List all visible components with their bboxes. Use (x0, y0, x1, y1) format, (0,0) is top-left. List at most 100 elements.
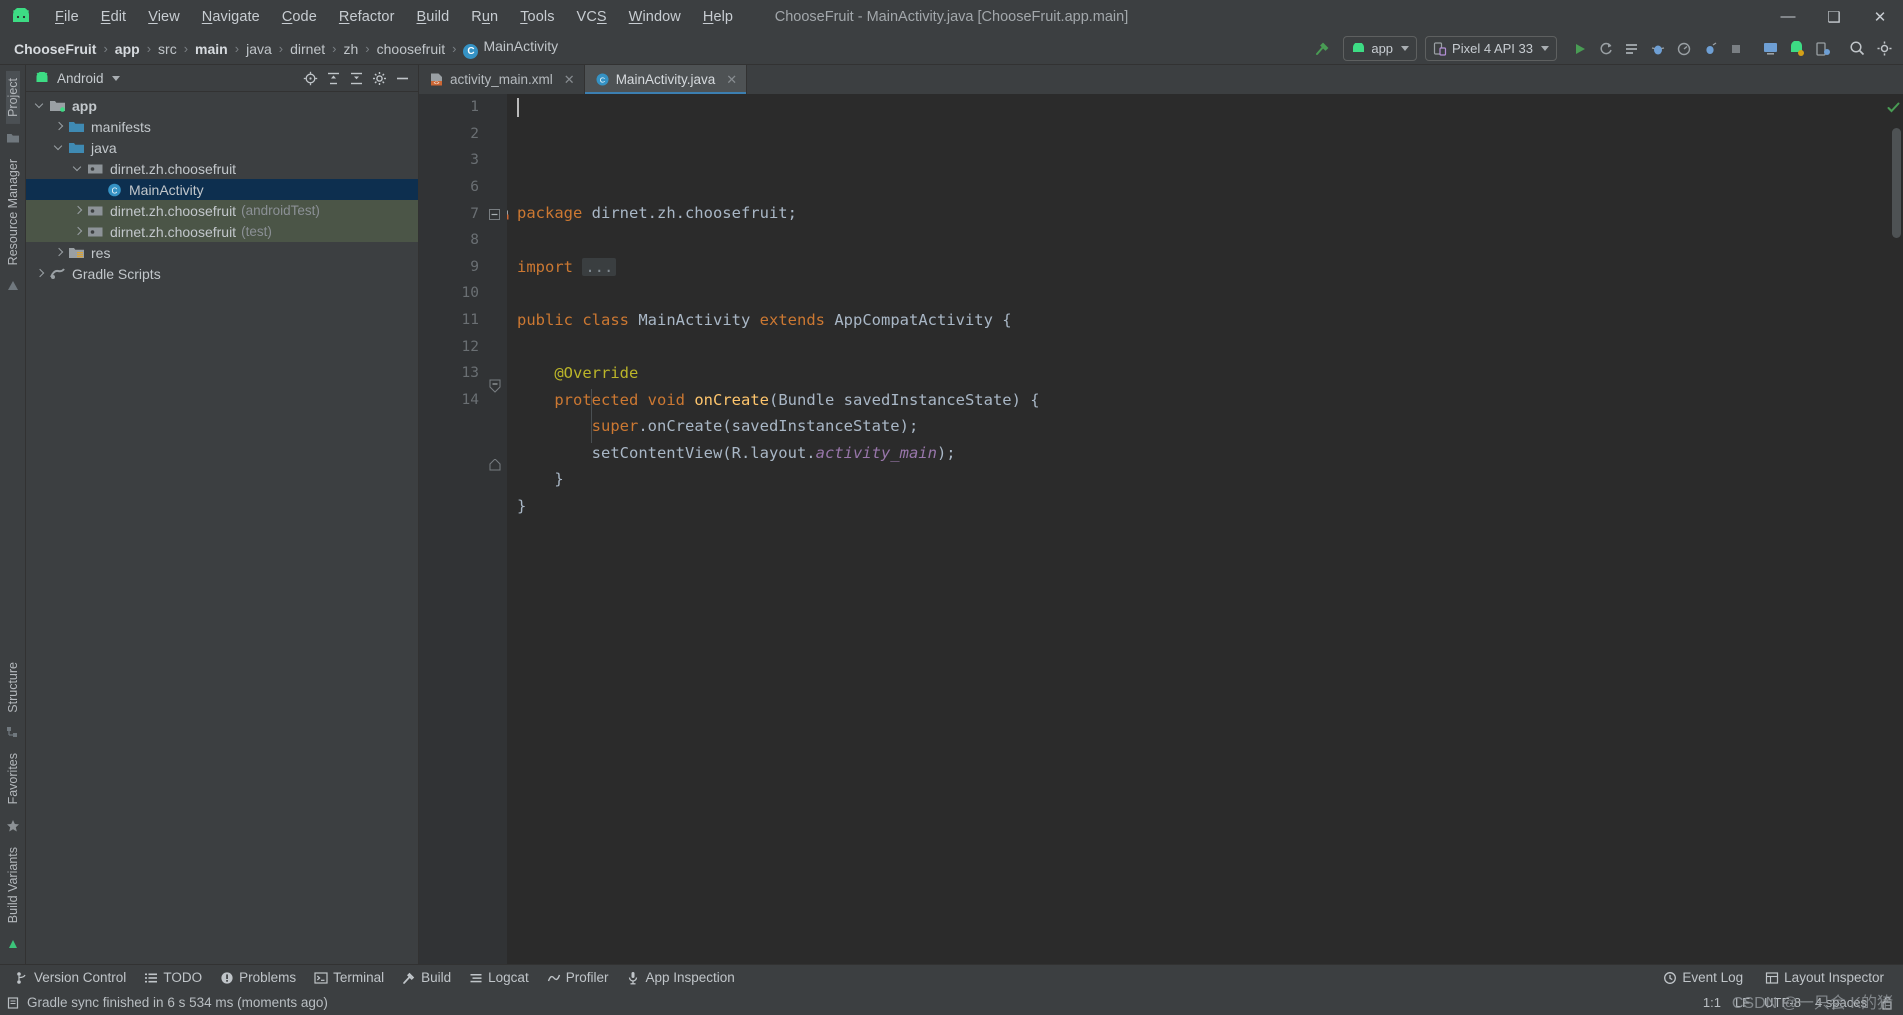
breadcrumb-app[interactable]: app (111, 39, 144, 59)
unlocked-icon[interactable] (1881, 996, 1893, 1010)
settings-icon[interactable] (369, 68, 389, 88)
run-icon[interactable] (1567, 36, 1592, 61)
tool-window-build-variants[interactable]: Build Variants (6, 840, 20, 930)
code-editor[interactable]: 12367<>891011121314 (419, 94, 1903, 964)
chevron-down-icon[interactable] (34, 99, 47, 112)
menu-code[interactable]: Code (271, 6, 328, 28)
breadcrumb-java[interactable]: java (242, 39, 276, 59)
stop-icon[interactable] (1723, 36, 1748, 61)
tool-window-favorites[interactable]: Favorites (6, 746, 20, 811)
favorites-label: Favorites (5, 753, 20, 805)
tree-node-gradle-scripts[interactable]: Gradle Scripts (26, 263, 418, 284)
tool-window-terminal[interactable]: Terminal (305, 967, 393, 988)
tool-window-problems[interactable]: Problems (211, 967, 305, 988)
close-icon[interactable]: ✕ (564, 72, 575, 88)
caret-position[interactable]: 1:1 (1703, 995, 1721, 1010)
indent-setting[interactable]: 4 spaces (1815, 995, 1867, 1010)
menu-help[interactable]: Help (692, 6, 744, 28)
apply-changes-icon[interactable] (1619, 36, 1644, 61)
minimize-button[interactable]: — (1765, 0, 1811, 33)
menu-window[interactable]: Window (618, 6, 692, 28)
breadcrumb-choosefruit[interactable]: choosefruit (373, 39, 449, 59)
close-icon[interactable]: ✕ (726, 72, 737, 88)
menu-vcs[interactable]: VCS (566, 6, 618, 28)
menu-view[interactable]: View (137, 6, 191, 28)
tree-node-dirnet-zh-choosefruit-androidTest[interactable]: dirnet.zh.choosefruit (androidTest) (26, 200, 418, 221)
tool-window-layout-inspector[interactable]: Layout Inspector (1756, 967, 1893, 988)
chevron-right-icon[interactable] (53, 246, 66, 259)
breadcrumb-dirnet[interactable]: dirnet (286, 39, 329, 59)
fold-region-start-icon[interactable] (489, 459, 501, 471)
editor-tab-activity-main-xml[interactable]: <> activity_main.xml ✕ (419, 65, 585, 94)
editor-vertical-scrollbar[interactable] (1892, 128, 1901, 238)
project-tree[interactable]: app manifests java dirnet.zh.choosefruit C Ma… (26, 92, 418, 964)
tree-node-dirnet-zh-choosefruit-test[interactable]: dirnet.zh.choosefruit (test) (26, 221, 418, 242)
build-hammer-icon[interactable] (1310, 36, 1335, 61)
tool-window-event-log[interactable]: Event Log (1654, 967, 1752, 988)
tree-node-manifests[interactable]: manifests (26, 116, 418, 137)
chevron-right-icon[interactable] (53, 120, 66, 133)
tool-window-resource-manager[interactable]: Resource Manager (6, 152, 20, 272)
breadcrumb-src[interactable]: src (154, 39, 181, 59)
menu-edit[interactable]: Edit (90, 6, 137, 28)
chevron-right-icon[interactable] (72, 204, 85, 217)
menu-tools[interactable]: Tools (509, 6, 565, 28)
menu-refactor[interactable]: Refactor (328, 6, 406, 28)
device-label: Pixel 4 API 33 (1452, 41, 1533, 56)
tree-node-dirnet-zh-choosefruit[interactable]: dirnet.zh.choosefruit (26, 158, 418, 179)
close-button[interactable]: ✕ (1857, 0, 1903, 33)
breadcrumb-main[interactable]: main (191, 39, 232, 59)
device-manager-icon[interactable] (1810, 36, 1835, 61)
profile-icon[interactable] (1671, 36, 1696, 61)
hide-panel-icon[interactable] (392, 68, 412, 88)
tool-window-app-inspection[interactable]: App Inspection (617, 967, 743, 988)
tool-window-version-control[interactable]: Version Control (6, 967, 135, 988)
tree-node-res[interactable]: res (26, 242, 418, 263)
chevron-down-icon[interactable] (53, 141, 66, 154)
settings-icon[interactable] (1872, 36, 1897, 61)
sdk-manager-icon[interactable] (1784, 36, 1809, 61)
attach-debugger-icon[interactable] (1697, 36, 1722, 61)
token-plain: AppCompatActivity { (825, 310, 1012, 329)
menu-navigate[interactable]: Navigate (191, 6, 271, 28)
tree-node-app[interactable]: app (26, 95, 418, 116)
ok-check-icon[interactable] (1887, 101, 1900, 114)
collapse-all-icon[interactable] (346, 68, 366, 88)
device-selector[interactable]: Pixel 4 API 33 (1425, 36, 1557, 61)
tool-window-logcat[interactable]: Logcat (460, 967, 538, 988)
menu-run[interactable]: Run (460, 6, 509, 28)
breadcrumb-mainactivity[interactable]: C MainActivity (459, 36, 562, 61)
code-text[interactable]: package dirnet.zh.choosefruit; import ..… (507, 94, 1889, 964)
line-separator[interactable]: LF (1735, 995, 1750, 1010)
rerun-icon[interactable] (1593, 36, 1618, 61)
chevron-right-icon[interactable] (72, 225, 85, 238)
tool-window-todo[interactable]: TODO (135, 967, 211, 988)
fold-collapse-icon[interactable] (489, 209, 500, 220)
menu-build[interactable]: Build (406, 6, 461, 28)
expand-all-icon[interactable] (323, 68, 343, 88)
tool-window-project[interactable]: Project (5, 71, 20, 124)
fold-region-end-icon[interactable] (489, 379, 501, 393)
breadcrumb-zh[interactable]: zh (339, 39, 362, 59)
tool-window-profiler[interactable]: Profiler (538, 967, 618, 988)
debug-icon[interactable] (1645, 36, 1670, 61)
chevron-right-icon[interactable] (34, 267, 47, 280)
code-folding-gutter[interactable] (485, 94, 507, 964)
tool-window-structure[interactable]: Structure (6, 655, 20, 720)
editor-tab-mainactivity-java[interactable]: C MainActivity.java ✕ (584, 65, 748, 94)
tool-window-build[interactable]: Build (393, 967, 460, 988)
locate-icon[interactable] (300, 68, 320, 88)
editor-right-gutter[interactable] (1887, 94, 1903, 964)
avd-manager-icon[interactable] (1758, 36, 1783, 61)
tree-node-mainactivity[interactable]: C MainActivity (26, 179, 418, 200)
menu-file[interactable]: File (44, 6, 90, 28)
resource-folder-icon (68, 245, 85, 261)
breadcrumb-choosefruit[interactable]: ChooseFruit (10, 39, 100, 59)
maximize-button[interactable]: ❑ (1811, 0, 1857, 33)
tree-node-java[interactable]: java (26, 137, 418, 158)
chevron-down-icon[interactable] (72, 162, 85, 175)
run-configuration-selector[interactable]: app (1343, 36, 1418, 61)
chevron-down-icon[interactable] (111, 75, 120, 81)
search-icon[interactable] (1845, 36, 1870, 61)
encoding[interactable]: UTF-8 (1764, 995, 1801, 1010)
